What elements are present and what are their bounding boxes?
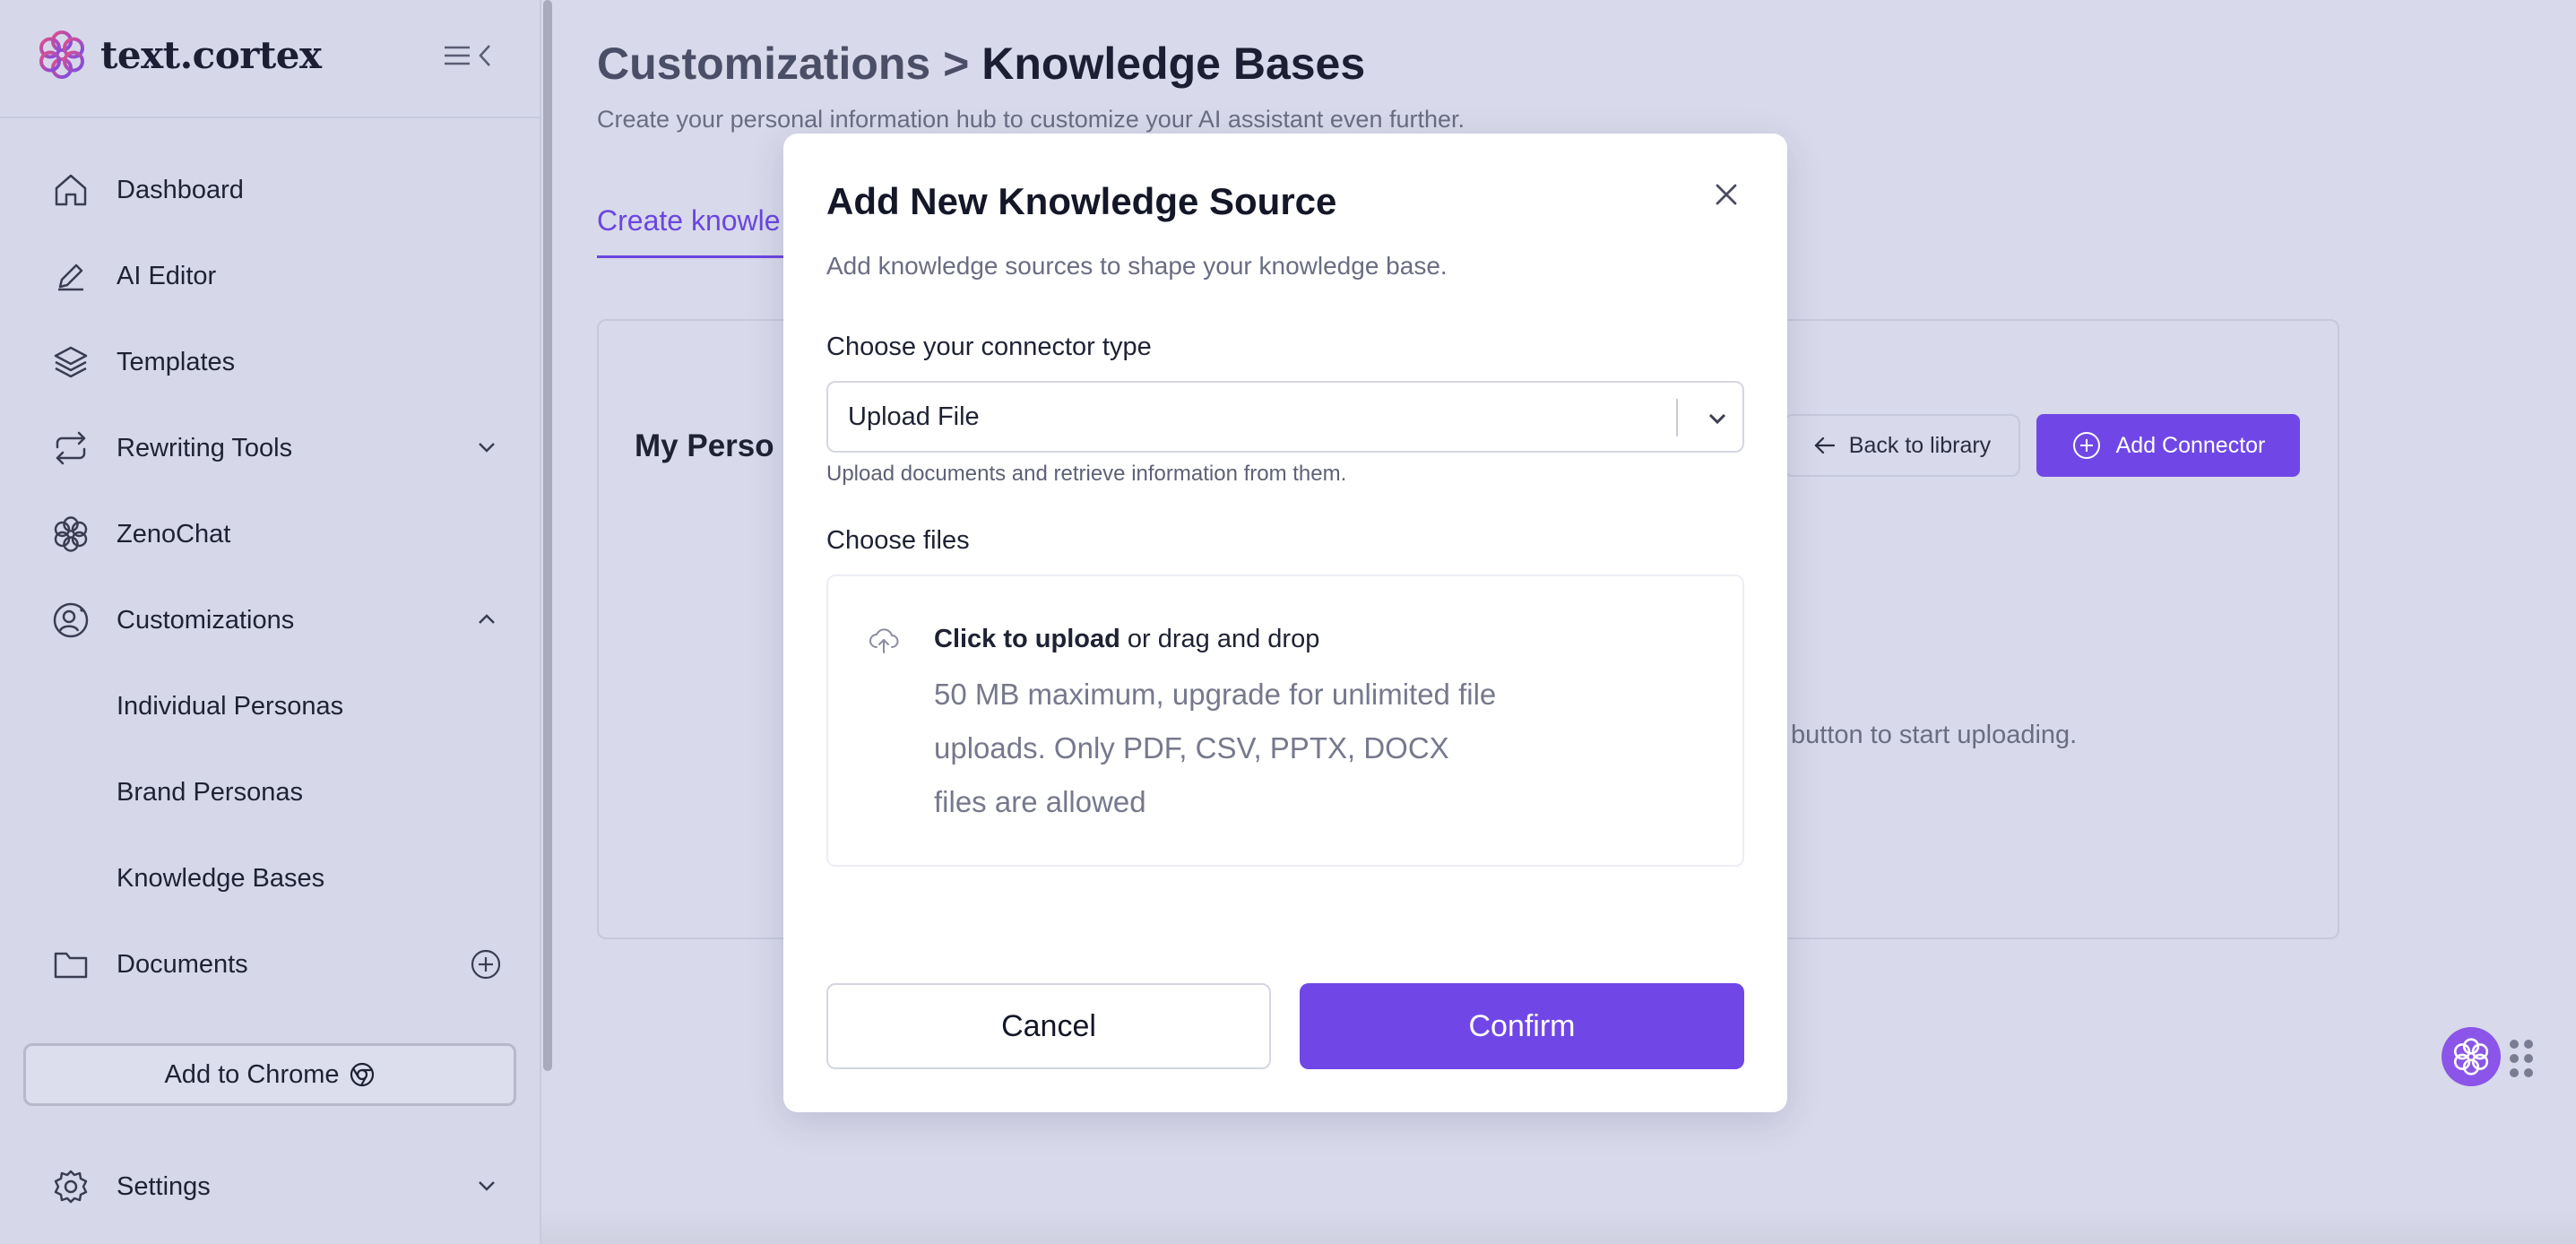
chevron-up-icon (479, 614, 495, 624)
connector-type-label: Choose your connector type (826, 333, 1152, 361)
chevron-down-icon (479, 1181, 495, 1191)
breadcrumb-parent[interactable]: Customizations (597, 39, 930, 89)
chevron-left-icon (479, 45, 490, 66)
arrow-left-icon (1814, 436, 1835, 454)
sidebar-item-label: AI Editor (117, 261, 217, 290)
sidebar-item-label: Documents (117, 949, 248, 979)
pen-icon (50, 255, 91, 297)
flower-icon (2453, 1038, 2489, 1076)
upload-limits-text: 50 MB maximum, upgrade for unlimited fil… (934, 678, 1497, 818)
sidebar-item-documents[interactable]: Documents (50, 936, 507, 993)
connector-help-text: Upload documents and retrieve informatio… (826, 462, 1347, 486)
sidebar-item-label: Customizations (117, 605, 295, 635)
tab-create-knowledge[interactable]: Create knowle (597, 204, 781, 238)
cancel-button[interactable]: Cancel (826, 983, 1271, 1069)
menu-icon (445, 46, 470, 65)
file-dropzone[interactable]: Click to upload or drag and drop 50 MB m… (826, 574, 1744, 867)
modal-subtitle: Add knowledge sources to shape your know… (826, 252, 1448, 280)
sidebar-subitem-individual-personas[interactable]: Individual Personas (117, 678, 343, 735)
connector-type-select[interactable]: Upload File (826, 381, 1744, 453)
home-icon (50, 169, 91, 211)
drag-handle-icon[interactable] (2510, 1040, 2533, 1077)
cloud-upload-icon (869, 628, 899, 653)
breadcrumb-separator: > (943, 39, 970, 89)
choose-files-label: Choose files (826, 526, 970, 555)
sidebar-subitem-knowledge-bases[interactable]: Knowledge Bases (117, 850, 324, 907)
layers-icon (50, 341, 91, 383)
gear-icon (50, 1166, 91, 1207)
add-connector-button[interactable]: Add Connector (2036, 414, 2300, 477)
add-to-chrome-label: Add to Chrome (164, 1059, 340, 1089)
sidebar-item-customizations[interactable]: Customizations (50, 592, 507, 649)
connector-type-value: Upload File (848, 402, 980, 431)
card-hint: button to start uploading. (1791, 721, 2078, 749)
logo-flower-icon (39, 30, 84, 79)
click-to-upload-link[interactable]: Click to upload (934, 625, 1120, 653)
plus-circle-icon[interactable] (470, 948, 502, 981)
plus-circle-icon (2072, 432, 2100, 459)
logo[interactable]: text.cortex (36, 29, 322, 81)
confirm-button[interactable]: Confirm (1300, 983, 1744, 1069)
add-to-chrome-button[interactable]: Add to Chrome (23, 1043, 516, 1106)
page-subtitle: Create your personal information hub to … (597, 106, 1465, 133)
sidebar-scrollbar[interactable] (543, 0, 552, 1071)
folder-icon (50, 944, 91, 985)
user-circle-icon (50, 600, 91, 641)
chevron-down-icon[interactable] (1701, 402, 1733, 435)
sidebar: text.cortex Dashboard AI Editor Template… (0, 0, 541, 1244)
close-icon (1716, 184, 1737, 205)
sidebar-item-label: Templates (117, 347, 236, 376)
sidebar-item-label: Settings (117, 1171, 211, 1201)
collapse-sidebar-button[interactable] (443, 39, 500, 72)
sidebar-item-label: Rewriting Tools (117, 433, 293, 462)
sidebar-item-label: Dashboard (117, 175, 244, 204)
sidebar-item-dashboard[interactable]: Dashboard (50, 161, 507, 219)
chevron-down-icon (479, 443, 495, 453)
sidebar-item-ai-editor[interactable]: AI Editor (50, 247, 507, 305)
card-title: My Perso (635, 428, 774, 463)
sidebar-divider (0, 117, 541, 118)
sidebar-item-label: ZenoChat (117, 519, 231, 549)
add-knowledge-source-modal: Add New Knowledge Source Add knowledge s… (783, 134, 1787, 1112)
zeno-assistant-button[interactable] (2442, 1027, 2501, 1086)
breadcrumb-current: Knowledge Bases (981, 39, 1366, 89)
logo-text: text.cortex (100, 32, 322, 77)
back-to-library-button[interactable]: Back to library (1784, 414, 2020, 477)
repeat-icon (50, 428, 91, 469)
flower-icon (50, 514, 91, 555)
modal-title: Add New Knowledge Source (826, 180, 1337, 222)
chrome-icon (350, 1062, 374, 1087)
sidebar-item-settings[interactable]: Settings (50, 1158, 507, 1215)
upload-instruction-rest: or drag and drop (1119, 625, 1320, 653)
page-title: Customizations > Knowledge Bases (597, 38, 1365, 90)
sidebar-item-templates[interactable]: Templates (50, 333, 507, 391)
bottom-shade (541, 1210, 2576, 1244)
upload-instruction: Click to upload or drag and drop (934, 625, 1319, 654)
sidebar-subitem-brand-personas[interactable]: Brand Personas (117, 764, 303, 821)
add-connector-label: Add Connector (2115, 432, 2266, 458)
tab-underline (597, 255, 785, 258)
sidebar-item-rewriting-tools[interactable]: Rewriting Tools (50, 419, 507, 477)
close-modal-button[interactable] (1710, 178, 1742, 211)
sidebar-item-zenochat[interactable]: ZenoChat (50, 505, 507, 563)
select-separator (1676, 399, 1678, 436)
back-to-library-label: Back to library (1848, 432, 1992, 458)
